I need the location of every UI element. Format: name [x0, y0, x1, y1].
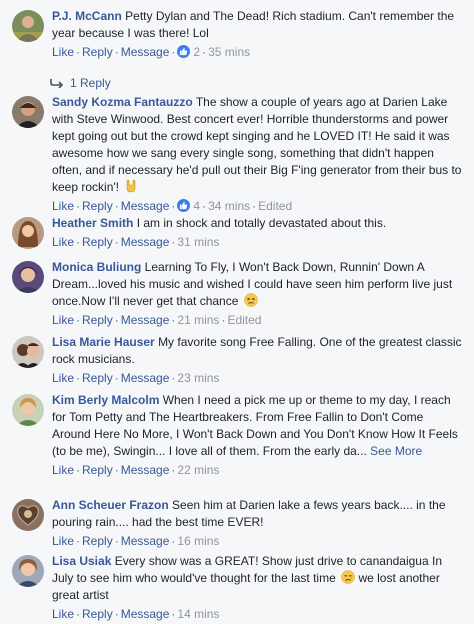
timestamp[interactable]: 34 mins	[208, 199, 250, 213]
reply-link[interactable]: Reply	[82, 235, 113, 249]
separator: ·	[202, 45, 207, 59]
message-link[interactable]: Message	[121, 235, 170, 249]
message-link[interactable]: Message	[121, 45, 170, 59]
separator: ·	[76, 534, 81, 548]
timestamp[interactable]: 23 mins	[177, 371, 219, 385]
avatar[interactable]	[12, 499, 44, 531]
avatar[interactable]	[12, 217, 44, 249]
sad-face-emoji-icon	[341, 570, 355, 584]
comment-text: I am in shock and totally devastated abo…	[136, 216, 387, 230]
comment-author[interactable]: P.J. McCann	[52, 9, 122, 23]
reply-link[interactable]: Reply	[82, 534, 113, 548]
replies-count[interactable]: 1 Reply	[70, 76, 111, 90]
separator: ·	[114, 199, 119, 213]
message-link[interactable]: Message	[121, 313, 170, 327]
like-link[interactable]: Like	[52, 463, 74, 477]
separator: ·	[76, 45, 81, 59]
view-replies-link[interactable]: 1 Reply	[50, 74, 111, 92]
timestamp[interactable]: 35 mins	[208, 45, 250, 59]
message-link[interactable]: Message	[121, 463, 170, 477]
like-link[interactable]: Like	[52, 313, 74, 327]
comment-author[interactable]: Heather Smith	[52, 216, 133, 230]
comment-author[interactable]: Lisa Usiak	[52, 554, 111, 568]
separator: ·	[252, 199, 257, 213]
reply-link[interactable]: Reply	[82, 607, 113, 621]
like-link[interactable]: Like	[52, 607, 74, 621]
persevering-face-emoji-icon	[244, 293, 258, 307]
avatar[interactable]	[12, 336, 44, 368]
edited-label[interactable]: Edited	[227, 313, 261, 327]
comment-author[interactable]: Ann Scheuer Frazon	[52, 498, 169, 512]
separator: ·	[76, 313, 81, 327]
edited-label[interactable]: Edited	[258, 199, 292, 213]
reply-link[interactable]: Reply	[82, 313, 113, 327]
separator: ·	[114, 607, 119, 621]
timestamp[interactable]: 16 mins	[177, 534, 219, 548]
like-link[interactable]: Like	[52, 371, 74, 385]
separator: ·	[76, 199, 81, 213]
avatar[interactable]	[12, 261, 44, 293]
separator: ·	[76, 463, 81, 477]
message-link[interactable]: Message	[121, 607, 170, 621]
see-more-link[interactable]: See More	[370, 444, 422, 458]
avatar[interactable]	[12, 96, 44, 128]
rock-on-emoji-icon	[127, 179, 136, 193]
reply-link[interactable]: Reply	[82, 199, 113, 213]
separator: ·	[76, 607, 81, 621]
message-link[interactable]: Message	[121, 534, 170, 548]
timestamp[interactable]: 21 mins	[177, 313, 219, 327]
comment-author[interactable]: Sandy Kozma Fantauzzo	[52, 95, 193, 109]
message-link[interactable]: Message	[121, 199, 170, 213]
like-link[interactable]: Like	[52, 235, 74, 249]
like-reaction-icon[interactable]	[177, 199, 191, 212]
separator: ·	[114, 45, 119, 59]
separator: ·	[114, 534, 119, 548]
reply-link[interactable]: Reply	[82, 463, 113, 477]
separator: ·	[114, 235, 119, 249]
separator: ·	[114, 463, 119, 477]
comment-text: The show a couple of years ago at Darien…	[52, 95, 462, 194]
separator: ·	[171, 45, 176, 59]
avatar[interactable]	[12, 555, 44, 587]
separator: ·	[114, 371, 119, 385]
timestamp[interactable]: 22 mins	[177, 463, 219, 477]
timestamp[interactable]: 14 mins	[177, 607, 219, 621]
like-reaction-icon[interactable]	[177, 45, 191, 58]
avatar[interactable]	[12, 394, 44, 426]
timestamp[interactable]: 31 mins	[177, 235, 219, 249]
like-link[interactable]: Like	[52, 534, 74, 548]
like-link[interactable]: Like	[52, 45, 74, 59]
comment-author[interactable]: Kim Berly Malcolm	[52, 393, 159, 407]
separator: ·	[114, 313, 119, 327]
comment-author[interactable]: Lisa Marie Hauser	[52, 335, 155, 349]
like-link[interactable]: Like	[52, 199, 74, 213]
separator: ·	[76, 371, 81, 385]
separator: ·	[171, 199, 176, 213]
separator: ·	[202, 199, 207, 213]
message-link[interactable]: Message	[121, 371, 170, 385]
avatar[interactable]	[12, 10, 44, 42]
reply-link[interactable]: Reply	[82, 371, 113, 385]
reply-link[interactable]: Reply	[82, 45, 113, 59]
separator: ·	[76, 235, 81, 249]
comment-author[interactable]: Monica Buliung	[52, 260, 141, 274]
reply-arrow-icon	[50, 79, 64, 88]
